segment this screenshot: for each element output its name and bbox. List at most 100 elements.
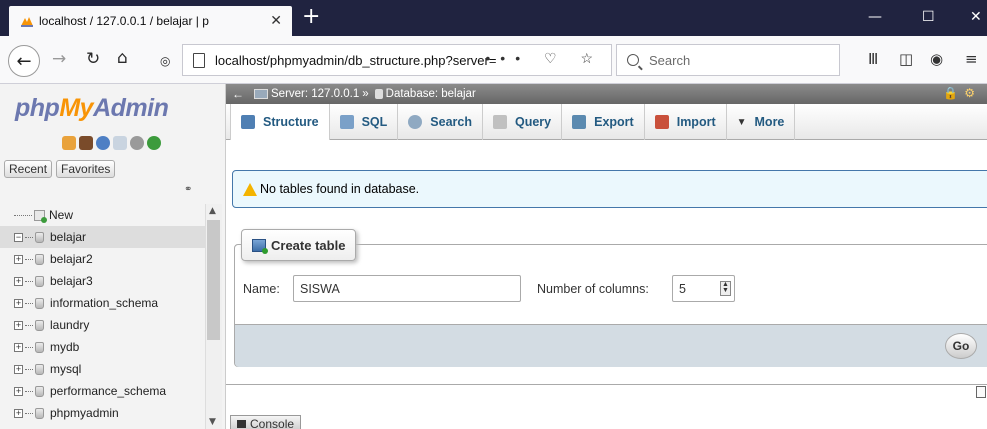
database-icon — [35, 341, 44, 353]
back-arrow-icon[interactable]: ← — [8, 45, 40, 77]
shield-icon[interactable]: ◎ — [160, 51, 170, 71]
reload-nav-icon[interactable] — [147, 136, 161, 150]
columns-stepper[interactable]: 5 ▲ ▼ — [672, 275, 735, 302]
database-item-mysql[interactable]: + mysql — [0, 358, 205, 380]
main-panel: ← Server: 127.0.0.1 » Database: belajar … — [226, 84, 987, 429]
table-name-input[interactable]: SISWA — [293, 275, 521, 302]
expand-icon[interactable]: + — [14, 364, 23, 374]
database-item-belajar[interactable]: − belajar — [0, 226, 205, 248]
new-database-item[interactable]: New — [0, 204, 205, 226]
nav-scrollbar-thumb[interactable] — [207, 220, 220, 340]
collapse-icon[interactable]: − — [14, 232, 23, 242]
sidebar-icon[interactable]: ◫ — [899, 50, 913, 68]
navigation-panel: phpMyAdmin Recent Favorites ⚭ New − bela… — [0, 84, 226, 429]
tab-export[interactable]: Export — [562, 104, 645, 140]
console-tab[interactable]: Console — [230, 415, 302, 429]
expand-icon[interactable]: + — [14, 276, 23, 286]
menu-icon[interactable]: ≡ — [965, 50, 978, 68]
settings-lock-icon[interactable]: 🔒⚙ — [943, 86, 981, 100]
breadcrumb-server[interactable]: Server: 127.0.0.1 — [271, 88, 359, 100]
expand-icon[interactable]: + — [14, 408, 23, 418]
phpmyadmin-logo[interactable]: phpMyAdmin — [15, 94, 169, 123]
go-button[interactable]: Go — [945, 333, 977, 359]
account-icon[interactable]: ◉ — [930, 50, 943, 68]
notice-text: No tables found in database. — [260, 182, 420, 196]
search-bar[interactable]: Search — [616, 44, 840, 76]
create-table-form: Go Create table Name: SISWA Number of co… — [234, 229, 987, 367]
phpmyadmin-favicon — [21, 17, 33, 27]
new-icon — [34, 209, 47, 223]
expand-icon[interactable]: + — [14, 298, 23, 308]
forward-arrow-icon[interactable]: → — [52, 49, 66, 69]
library-icon[interactable]: Ⅲ — [868, 50, 878, 68]
expand-icon[interactable]: + — [14, 320, 23, 330]
settings-icon[interactable] — [130, 136, 144, 150]
scroll-down-icon[interactable]: ▼ — [209, 417, 216, 427]
home-icon[interactable] — [62, 136, 76, 150]
reload-icon[interactable]: ↻ — [86, 49, 100, 69]
create-table-icon — [252, 238, 268, 254]
url-text: localhost/phpmyadmin/db_structure.php?se… — [215, 52, 497, 68]
page-icon[interactable] — [976, 386, 986, 398]
expand-icon[interactable]: + — [14, 254, 23, 264]
tab-more[interactable]: ▼ More — [727, 104, 796, 140]
tab-sql[interactable]: SQL — [330, 104, 399, 140]
logout-icon[interactable] — [79, 136, 93, 150]
recent-button[interactable]: Recent — [4, 160, 53, 178]
database-item-information-schema[interactable]: + information_schema — [0, 292, 205, 314]
tab-title: localhost / 127.0.0.1 / belajar | p — [39, 14, 209, 28]
search-placeholder: Search — [649, 52, 691, 68]
database-icon — [35, 319, 44, 331]
query-icon — [492, 115, 507, 129]
breadcrumb: ← Server: 127.0.0.1 » Database: belajar … — [226, 84, 987, 104]
collapse-nav-icon[interactable]: ← — [232, 87, 244, 101]
url-actions-icon[interactable]: ••• ♡ ☆ — [485, 50, 603, 67]
form-footer: Go — [235, 325, 987, 367]
scroll-up-icon[interactable]: ▲ — [209, 206, 216, 216]
warning-icon — [243, 182, 257, 196]
database-item-mydb[interactable]: + mydb — [0, 336, 205, 358]
recent-favorites-bar: Recent Favorites — [4, 160, 116, 178]
tab-structure[interactable]: Structure — [230, 104, 330, 140]
tab-import[interactable]: Import — [645, 104, 727, 140]
close-tab-icon[interactable]: ✕ — [270, 12, 282, 28]
database-item-belajar2[interactable]: + belajar2 — [0, 248, 205, 270]
browser-tab[interactable]: localhost / 127.0.0.1 / belajar | p ✕ — [9, 6, 292, 36]
name-label: Name: — [243, 282, 280, 296]
quick-icons — [62, 136, 161, 150]
database-item-phpmyadmin[interactable]: + phpmyadmin — [0, 402, 205, 424]
import-icon — [654, 115, 669, 129]
database-icon — [374, 89, 383, 99]
structure-icon — [241, 115, 255, 129]
browser-titlebar: localhost / 127.0.0.1 / belajar | p ✕ + … — [0, 0, 987, 36]
database-icon — [35, 297, 44, 309]
search-icon — [627, 54, 639, 66]
expand-icon[interactable]: + — [14, 386, 23, 396]
notice-message: No tables found in database. — [232, 170, 987, 208]
tab-query[interactable]: Query — [483, 104, 563, 140]
database-item-performance-schema[interactable]: + performance_schema — [0, 380, 205, 402]
home-icon[interactable]: ⌂ — [117, 48, 128, 68]
database-tree: New − belajar + belajar2 + belajar3 + in… — [0, 204, 205, 424]
url-bar[interactable]: localhost/phpmyadmin/db_structure.php?se… — [182, 44, 612, 76]
database-icon — [35, 253, 44, 265]
expand-icon[interactable]: + — [14, 342, 23, 352]
link-icon[interactable]: ⚭ — [184, 184, 192, 195]
sql-icon — [339, 115, 354, 129]
help-icon[interactable] — [96, 136, 110, 150]
spinner-icon[interactable]: ▲ ▼ — [720, 281, 731, 296]
minimize-icon[interactable]: — — [868, 8, 882, 26]
db-tabs: Structure SQL Search Query Export Import… — [226, 104, 987, 140]
close-window-icon[interactable]: ✕ — [970, 8, 982, 26]
columns-label: Number of columns: — [537, 282, 649, 296]
favorites-button[interactable]: Favorites — [56, 160, 116, 178]
database-item-belajar3[interactable]: + belajar3 — [0, 270, 205, 292]
database-item-laundry[interactable]: + laundry — [0, 314, 205, 336]
create-table-legend: Create table — [241, 229, 357, 261]
new-tab-button[interactable]: + — [302, 5, 320, 29]
maximize-icon[interactable]: ☐ — [922, 8, 935, 26]
database-icon — [35, 231, 44, 243]
tab-search[interactable]: Search — [398, 104, 483, 140]
docs-icon[interactable] — [113, 136, 127, 150]
breadcrumb-database[interactable]: Database: belajar — [386, 88, 476, 100]
